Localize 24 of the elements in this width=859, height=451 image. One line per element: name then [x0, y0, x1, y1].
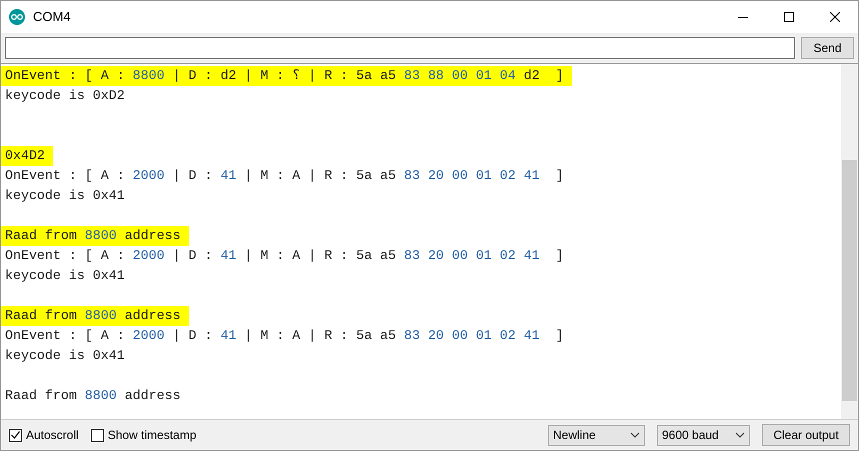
scrollbar-thumb[interactable]: [842, 160, 857, 401]
send-input-field[interactable]: [5, 37, 795, 59]
log-line: keycode is 0x41: [4, 267, 126, 285]
log-line: keycode is 0x41: [4, 187, 126, 205]
log-line: keycode is 0x41: [4, 347, 126, 365]
option-checkbox[interactable]: Show timestamp: [90, 426, 196, 444]
check-icon: [11, 431, 20, 439]
baud-rate-dropdown[interactable]: 9600 baud: [657, 424, 750, 446]
close-icon: [830, 12, 840, 22]
log-line: keycode is 0xD2: [4, 87, 126, 105]
minimize-icon: [738, 16, 748, 18]
log-line: OnEvent : [ A : 2000 | D : 41 | M : A | R : 5a a5 83 20 00 01 02 41 ]: [4, 327, 565, 345]
maximize-icon: [784, 12, 794, 22]
app-logo-icon: [9, 9, 25, 25]
clear-output-button[interactable]: Clear output: [762, 424, 850, 446]
send-button[interactable]: Send: [801, 37, 854, 59]
chevron-down-icon: [630, 432, 640, 438]
log-line: OnEvent : [ A : 2000 | D : 41 | M : A | R : 5a a5 83 20 00 01 02 41 ]: [4, 167, 565, 185]
window-title: COM4: [33, 8, 71, 26]
log-line: Raad from 8800 address: [4, 387, 182, 405]
log-line: OnEvent : [ A : 2000 | D : 41 | M : A | R : 5a a5 83 20 00 01 02 41 ]: [4, 247, 565, 265]
option-checkbox[interactable]: Autoscroll: [9, 426, 79, 444]
chevron-down-icon: [735, 432, 745, 438]
line-ending-dropdown[interactable]: Newline: [548, 424, 645, 446]
